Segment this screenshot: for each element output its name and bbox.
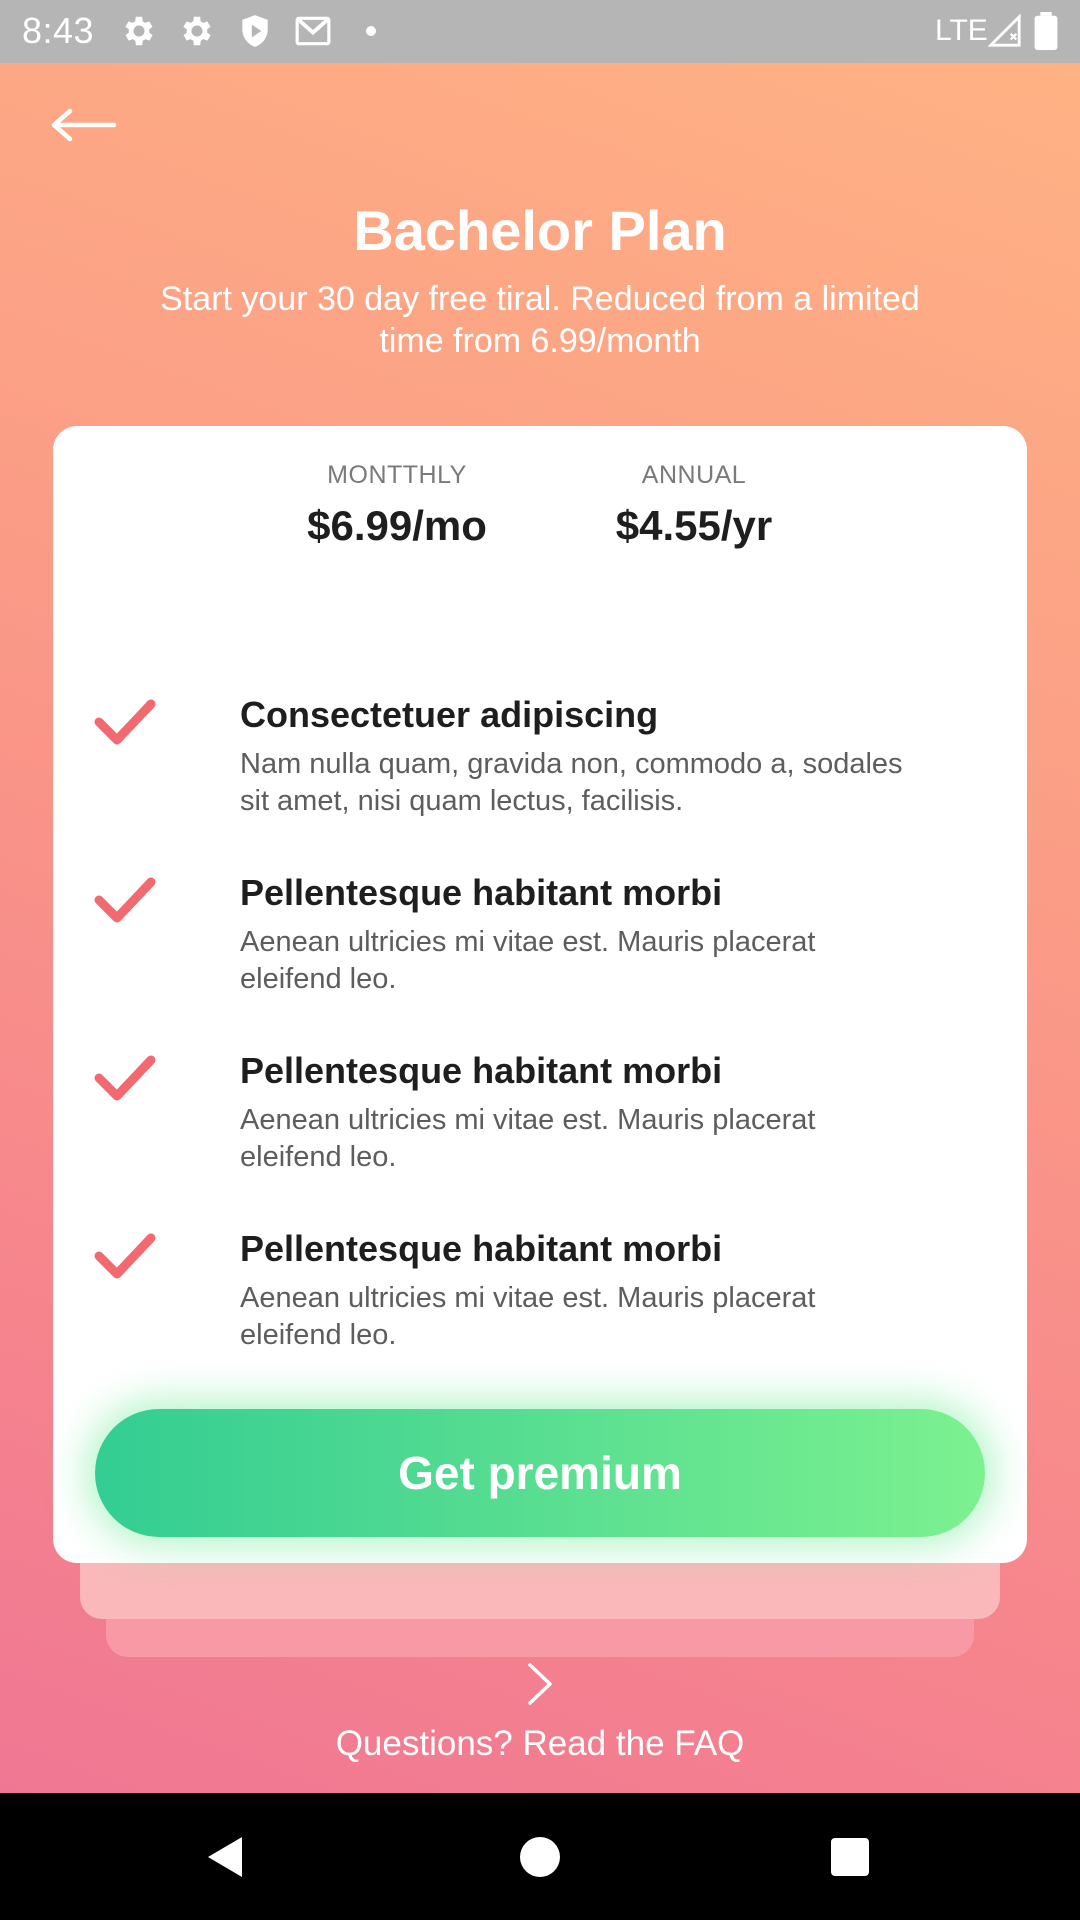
status-time: 8:43 — [22, 10, 95, 51]
plan-card: MONTTHLY $6.99/mo ANNUAL $4.55/yr Consec… — [53, 426, 1027, 1563]
mail-icon — [295, 16, 331, 46]
check-icon — [94, 877, 156, 923]
page-title: Bachelor Plan — [353, 199, 727, 262]
feature-description: Aenean ultricies mi vitae est. Mauris pl… — [240, 1282, 816, 1351]
back-button[interactable] — [48, 97, 120, 153]
plan-option-monthly[interactable]: MONTTHLY $6.99/mo — [277, 461, 517, 550]
check-icon — [94, 1233, 156, 1279]
nav-back-icon[interactable] — [200, 1827, 260, 1887]
gear-icon — [183, 16, 211, 46]
plan-price: $4.55/yr — [615, 502, 773, 549]
faq-link[interactable]: Questions? Read the FAQ — [0, 1724, 1080, 1764]
plan-label: MONTTHLY — [327, 461, 467, 489]
nav-recents-icon[interactable] — [820, 1827, 880, 1887]
feature-title: Pellentesque habitant morbi — [240, 1050, 723, 1091]
feature-title: Pellentesque habitant morbi — [240, 1228, 723, 1269]
feature-title: Pellentesque habitant morbi — [240, 872, 723, 913]
feature-title: Consectetuer adipiscing — [240, 694, 659, 735]
plan-option-annual[interactable]: ANNUAL $4.55/yr — [574, 461, 814, 550]
battery-icon — [1034, 12, 1058, 50]
plan-price: $6.99/mo — [307, 502, 487, 549]
nav-home-icon[interactable] — [510, 1827, 570, 1887]
signal-icon — [988, 14, 1021, 47]
status-bar: 8:43 LTE — [0, 0, 1080, 63]
network-type: LTE — [935, 14, 988, 47]
plan-label: ANNUAL — [641, 461, 747, 489]
navigation-bar — [0, 1793, 1080, 1920]
dot-icon — [366, 26, 376, 36]
get-premium-button[interactable]: Get premium — [95, 1409, 985, 1537]
page-subtitle: Start your 30 day free tiral. Reduced fr… — [160, 280, 920, 360]
plan-screen: Bachelor Plan Start your 30 day free tir… — [0, 63, 1080, 1793]
check-icon — [94, 699, 156, 745]
chevron-right-icon[interactable] — [522, 1661, 558, 1707]
feature-description: Aenean ultricies mi vitae est. Mauris pl… — [240, 926, 816, 995]
shield-play-icon — [242, 15, 268, 47]
check-icon — [94, 1055, 156, 1101]
feature-description: Aenean ultricies mi vitae est. Mauris pl… — [240, 1104, 816, 1173]
feature-description: Nam nulla quam, gravida non, commodo a, … — [240, 748, 903, 817]
gear-icon — [125, 16, 153, 46]
